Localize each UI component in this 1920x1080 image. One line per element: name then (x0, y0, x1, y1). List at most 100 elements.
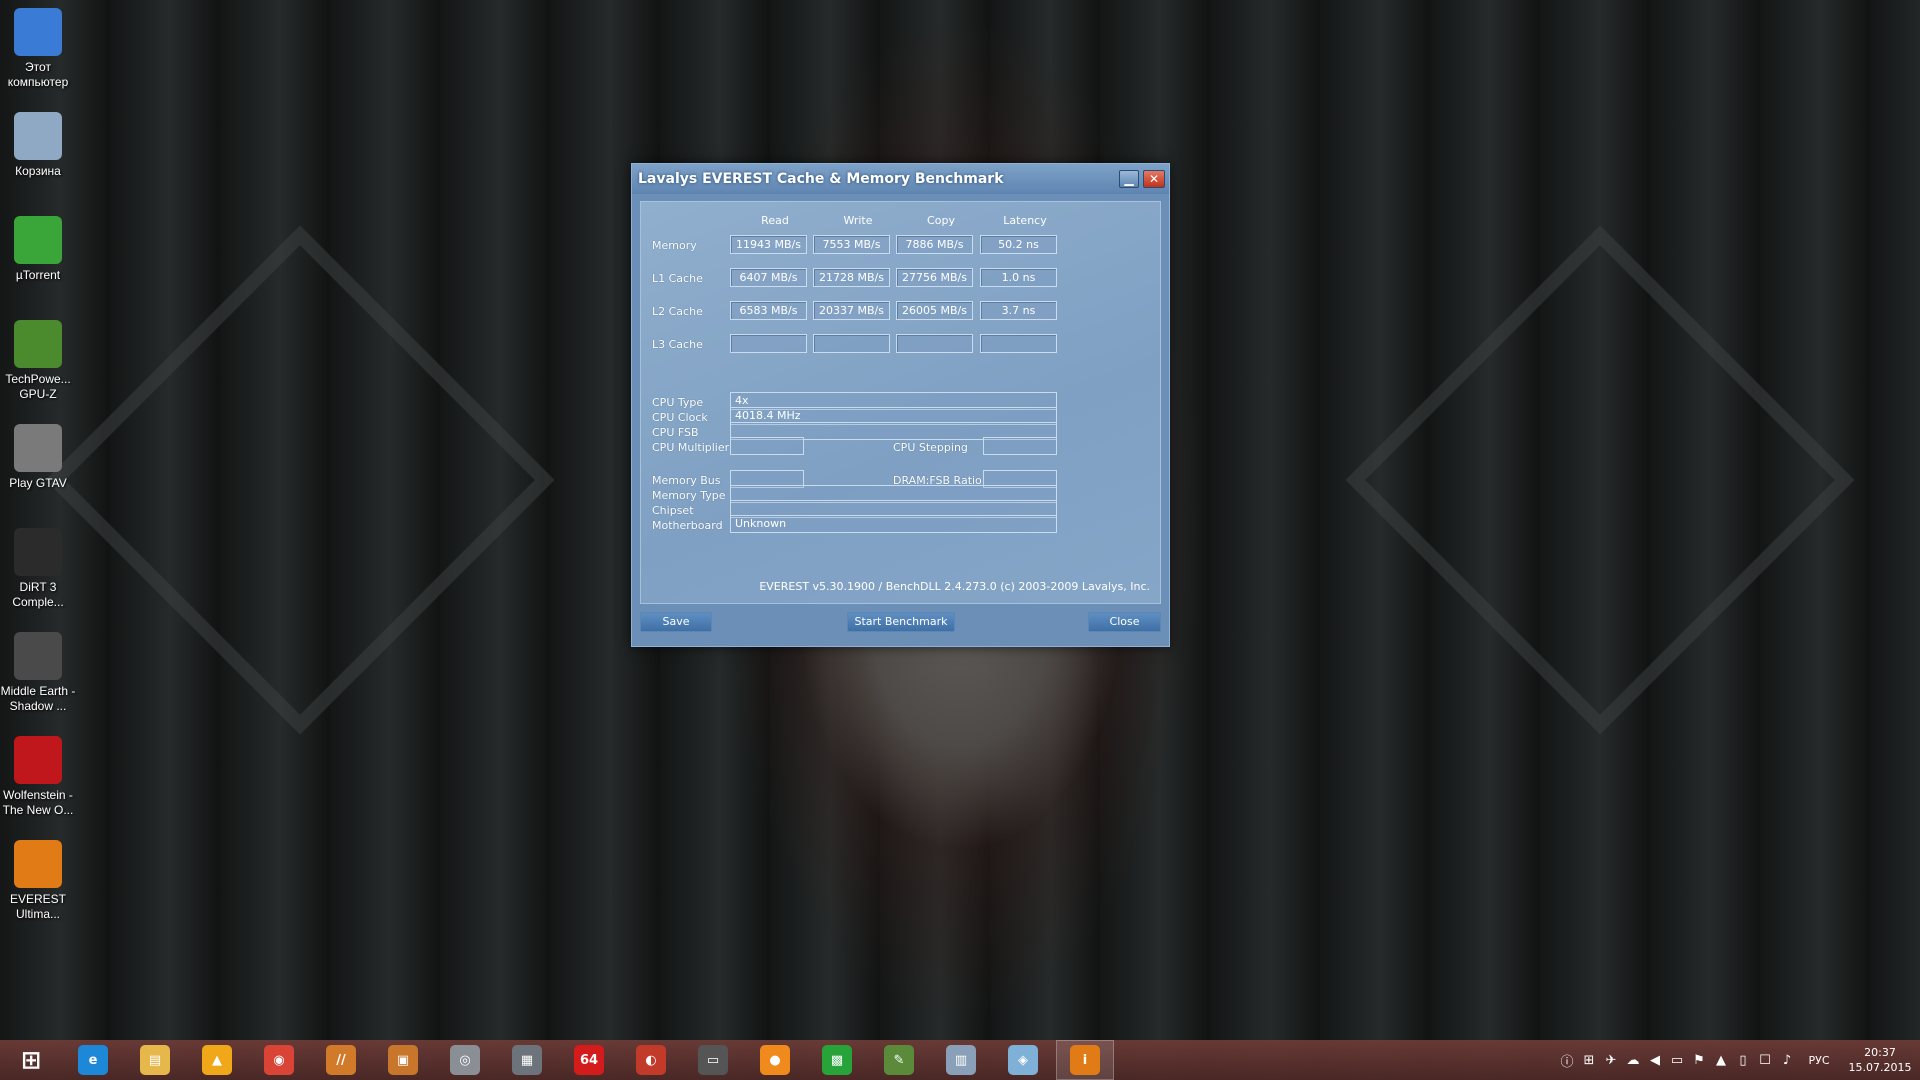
desktop-icon-label: Middle Earth - Shadow ... (0, 684, 76, 713)
close-icon: ✕ (1148, 172, 1160, 186)
desktop-icon[interactable]: DiRT 3 Comple... (0, 528, 76, 610)
taskbar-app5[interactable]: // (312, 1040, 370, 1080)
aida64-icon: 64 (574, 1045, 604, 1075)
result-cell (980, 334, 1057, 353)
desktop-icon[interactable]: EVEREST Ultima... (0, 840, 76, 922)
desktop-icon-label: DiRT 3 Comple... (12, 580, 64, 609)
monitor-icon: ▭ (698, 1045, 728, 1075)
dirt3-icon (14, 528, 62, 576)
taskbar-app14[interactable]: ✎ (870, 1040, 928, 1080)
computer-icon (14, 8, 62, 56)
grid-icon: ▦ (512, 1045, 542, 1075)
cloud-tray-icon[interactable]: ☁ (1622, 1040, 1644, 1080)
taskbar-app8[interactable]: ▦ (498, 1040, 556, 1080)
windows-tray-icon[interactable]: ⊞ (1578, 1040, 1600, 1080)
desktop-icon-label: Play GTAV (9, 476, 67, 490)
desktop-icon[interactable]: TechPowe... GPU-Z (0, 320, 76, 402)
close-window-button[interactable]: ✕ (1143, 170, 1165, 188)
blue-window-icon: ◈ (1008, 1045, 1038, 1075)
desktop-icon[interactable]: Этот компьютер (0, 8, 76, 90)
internet-explorer-icon: e (78, 1045, 108, 1075)
taskbar-chrome[interactable]: ◉ (250, 1040, 308, 1080)
cpu-stepping-field (983, 437, 1057, 455)
taskbar-app10[interactable]: ◐ (622, 1040, 680, 1080)
cpu-clock-label: CPU Clock (652, 411, 708, 424)
taskbar-ie[interactable]: e (64, 1040, 122, 1080)
taskbar-app15[interactable]: ▥ (932, 1040, 990, 1080)
desktop-icon-label: TechPowe... GPU-Z (5, 372, 71, 401)
app-icon: // (326, 1045, 356, 1075)
chipset-label: Chipset (652, 504, 694, 517)
column-header-copy: Copy (927, 214, 955, 227)
taskbar-app7[interactable]: ◎ (436, 1040, 494, 1080)
taskbar-monitor[interactable]: ▭ (684, 1040, 742, 1080)
desktop-icon[interactable]: Корзина (0, 112, 76, 179)
taskbar-explorer[interactable]: ▤ (126, 1040, 184, 1080)
result-cell: 26005 MB/s (896, 301, 973, 320)
flag-tray-icon[interactable]: ⚑ (1688, 1040, 1710, 1080)
cpu-multiplier-label: CPU Multiplier (652, 441, 730, 454)
row-label: L3 Cache (652, 338, 703, 351)
recycle-bin-icon (14, 112, 62, 160)
result-cell: 1.0 ns (980, 268, 1057, 287)
column-header-latency: Latency (1003, 214, 1047, 227)
desktop-icon[interactable]: Middle Earth - Shadow ... (0, 632, 76, 714)
window-titlebar[interactable]: Lavalys EVEREST Cache & Memory Benchmark… (632, 164, 1169, 194)
volume-tray-icon[interactable]: ♪ (1776, 1040, 1798, 1080)
language-indicator[interactable]: РУС (1798, 1054, 1840, 1067)
everest-benchmark-window: Lavalys EVEREST Cache & Memory Benchmark… (631, 163, 1170, 647)
desktop-icon[interactable]: Play GTAV (0, 424, 76, 491)
info-tray-icon[interactable]: ⓘ (1556, 1040, 1578, 1080)
start-button[interactable]: ⊞ (2, 1040, 60, 1080)
wolfenstein-icon (14, 736, 62, 784)
taskbar-aida64[interactable]: 64 (560, 1040, 618, 1080)
row-label: L1 Cache (652, 272, 703, 285)
result-cell: 21728 MB/s (813, 268, 890, 287)
pen-icon: ✎ (884, 1045, 914, 1075)
column-header-write: Write (843, 214, 873, 227)
benchmark-panel: Read Write Copy Latency Memory 11943 MB/s… (640, 201, 1161, 604)
taskbar-app12[interactable]: ● (746, 1040, 804, 1080)
minimize-button[interactable]: ▁ (1119, 170, 1139, 188)
cpu-multiplier-field (730, 437, 804, 455)
tablet-tray-icon[interactable]: ▯ (1732, 1040, 1754, 1080)
result-cell (730, 334, 807, 353)
gtav-icon (14, 424, 62, 472)
taskbar-archive[interactable]: ▣ (374, 1040, 432, 1080)
windows-logo-icon: ⊞ (20, 1046, 42, 1074)
taskbar-app16[interactable]: ◈ (994, 1040, 1052, 1080)
folder-icon: ▤ (140, 1045, 170, 1075)
result-cell: 27756 MB/s (896, 268, 973, 287)
chrome-icon: ◉ (264, 1045, 294, 1075)
network-tray-icon[interactable]: ✈ (1600, 1040, 1622, 1080)
network2-tray-icon[interactable]: ☐ (1754, 1040, 1776, 1080)
cpu-stepping-label: CPU Stepping (893, 441, 968, 454)
speaker-mute-tray-icon[interactable]: ◀ (1644, 1040, 1666, 1080)
taskbar: ⊞ e ▤ ▲ ◉//▣ ◎ ▦ 64 ◐ ▭ ● ▩ ✎ ▥ ◈ i ⓘ ⊞ ✈ ☁ ◀ ▭ ⚑ ▲ ▯ ☐ ♪ РУС 20:… (0, 1040, 1920, 1080)
archive-icon: ▣ (388, 1045, 418, 1075)
chart-window-icon: ▥ (946, 1045, 976, 1075)
result-cell: 7553 MB/s (813, 235, 890, 254)
clock[interactable]: 20:37 15.07.2015 (1840, 1045, 1920, 1075)
background-star-left (45, 225, 555, 735)
result-cell: 11943 MB/s (730, 235, 807, 254)
nvidia-tray-icon[interactable]: ▲ (1710, 1040, 1732, 1080)
save-button[interactable]: Save (640, 612, 712, 632)
result-cell: 6407 MB/s (730, 268, 807, 287)
result-cell (813, 334, 890, 353)
motherboard-label: Motherboard (652, 519, 723, 532)
desktop-icon[interactable]: Wolfenstein - The New O... (0, 736, 76, 818)
version-footer: EVEREST v5.30.1900 / BenchDLL 2.4.273.0 … (759, 580, 1150, 593)
swirl-icon: ◐ (636, 1045, 666, 1075)
display-tray-icon[interactable]: ▭ (1666, 1040, 1688, 1080)
close-button[interactable]: Close (1088, 612, 1161, 632)
row-label: Memory (652, 239, 697, 252)
taskbar-aimp[interactable]: ▲ (188, 1040, 246, 1080)
everest-icon: i (1070, 1045, 1100, 1075)
taskbar-everest[interactable]: i (1056, 1040, 1114, 1080)
taskbar-store[interactable]: ▩ (808, 1040, 866, 1080)
desktop-icon[interactable]: µTorrent (0, 216, 76, 283)
result-cell (896, 334, 973, 353)
camera-icon: ◎ (450, 1045, 480, 1075)
start-benchmark-button[interactable]: Start Benchmark (847, 612, 955, 632)
